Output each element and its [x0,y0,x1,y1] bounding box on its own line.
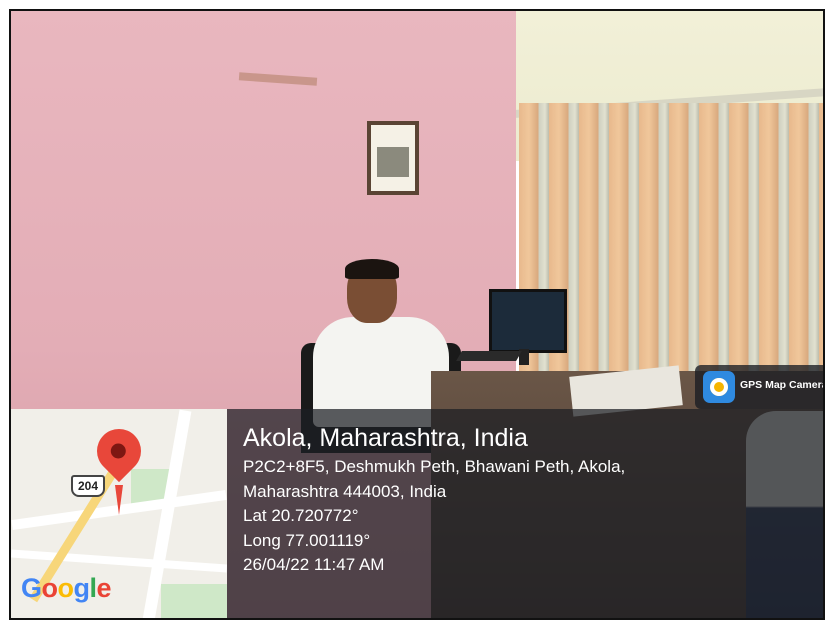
location-info-panel: Akola, Maharashtra, India P2C2+8F5, Desh… [227,409,823,618]
location-pin-dot [107,440,129,462]
google-logo-letter: e [96,573,112,603]
map-road [11,549,227,573]
location-map-thumbnail: 204 Google [11,409,227,618]
framed-picture-image [377,147,409,177]
computer-monitor [489,289,567,353]
location-details: Akola, Maharashtra, India P2C2+8F5, Desh… [243,421,625,578]
longitude-readout: Long 77.001119° [243,530,371,550]
google-logo-letter: l [89,573,98,603]
location-title: Akola, Maharashtra, India [243,424,528,452]
google-logo-letter: o [41,573,59,603]
address-line-2: Maharashtra 444003, India [243,481,447,501]
timestamp: 26/04/22 11:47 AM [243,555,385,574]
gps-map-camera-app-icon [703,371,735,403]
camera-lens-icon [710,378,728,396]
google-logo: Google [21,573,112,604]
seated-person-hair [345,259,399,279]
photo-frame: GPS Map Camera 204 Google Akola, Maharas… [9,9,825,620]
latitude-readout: Lat 20.720772° [243,506,359,525]
google-logo-letter: o [57,573,75,603]
google-logo-letter: G [21,573,42,603]
route-shield-badge: 204 [71,475,105,497]
google-logo-letter: g [73,573,91,603]
gps-map-camera-badge: GPS Map Camera [695,365,825,409]
map-park-area [161,584,227,618]
keyboard [456,351,522,361]
address-line-1: P2C2+8F5, Deshmukh Peth, Bhawani Peth, A… [243,457,626,476]
framed-picture [367,121,419,195]
gps-badge-label: GPS Map Camera [740,379,825,391]
